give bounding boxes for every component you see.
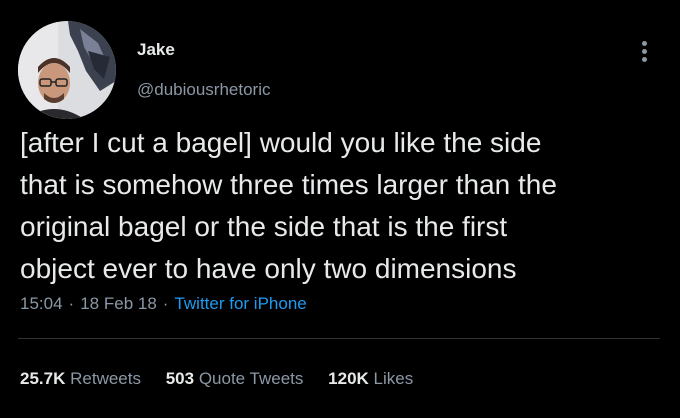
more-dot xyxy=(642,57,647,62)
quote-tweets-count: 503 xyxy=(165,369,195,388)
divider xyxy=(18,338,660,339)
tweet-meta: 15:04 · 18 Feb 18 · Twitter for iPhone xyxy=(20,294,307,314)
author-name[interactable]: Jake xyxy=(137,40,175,60)
avatar[interactable] xyxy=(18,21,116,119)
likes-label: Likes xyxy=(373,369,414,388)
retweets-count: 25.7K xyxy=(20,369,66,388)
meta-separator: · xyxy=(68,294,75,313)
likes-count: 120K xyxy=(328,369,369,388)
meta-separator: · xyxy=(162,294,169,313)
tweet-card: Jake @dubiousrhetoric [after I cut a bag… xyxy=(0,0,680,418)
more-vertical-icon[interactable] xyxy=(636,38,654,66)
retweets-stat[interactable]: 25.7K Retweets xyxy=(20,369,141,388)
tweet-source-link[interactable]: Twitter for iPhone xyxy=(174,294,306,313)
tweet-date[interactable]: 18 Feb 18 xyxy=(80,294,157,313)
tweet-stats: 25.7K Retweets 503 Quote Tweets 120K Lik… xyxy=(20,369,433,389)
more-dot xyxy=(642,41,647,46)
author-handle[interactable]: @dubiousrhetoric xyxy=(137,80,271,100)
quote-tweets-label: Quote Tweets xyxy=(198,369,304,388)
tweet-time[interactable]: 15:04 xyxy=(20,294,63,313)
more-dot xyxy=(642,49,647,54)
avatar-image xyxy=(18,21,116,119)
quote-tweets-stat[interactable]: 503 Quote Tweets xyxy=(166,369,304,388)
retweets-label: Retweets xyxy=(70,369,141,388)
tweet-text: [after I cut a bagel] would you like the… xyxy=(20,127,557,284)
likes-stat[interactable]: 120K Likes xyxy=(328,369,413,388)
